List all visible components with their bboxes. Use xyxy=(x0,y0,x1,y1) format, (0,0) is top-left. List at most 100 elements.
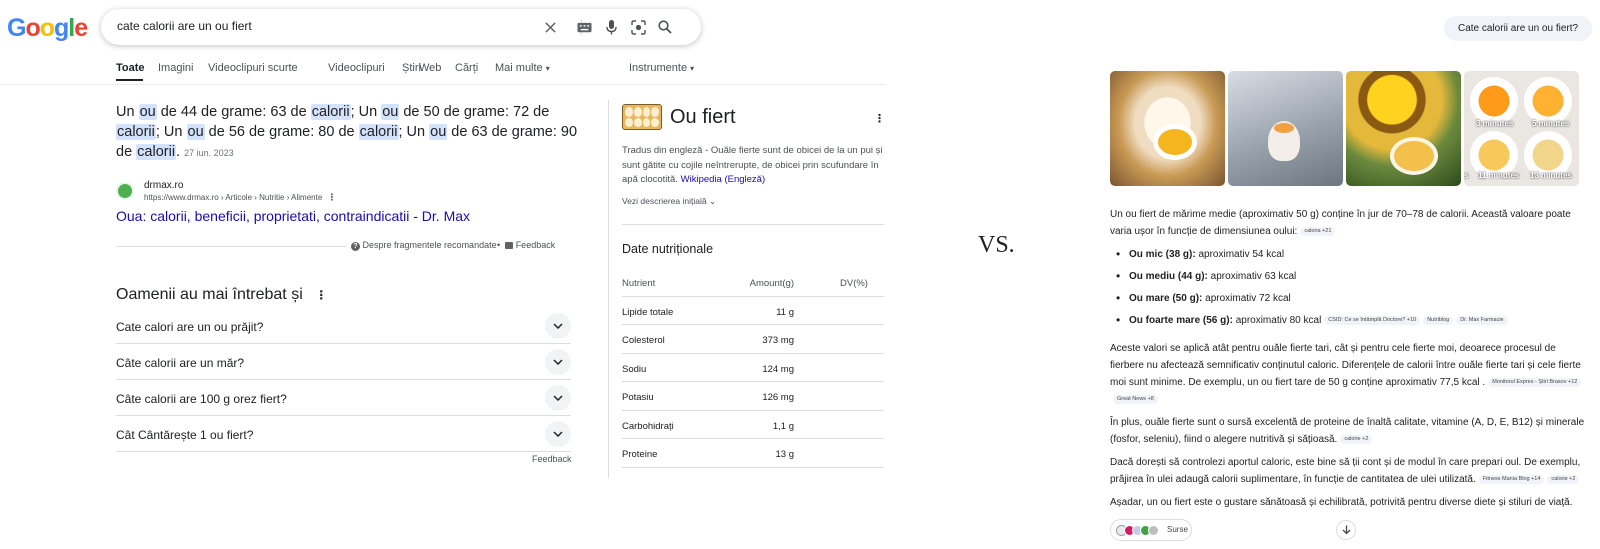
user-query-bubble: Cate calorii are un ou fiert? xyxy=(1444,16,1593,41)
tab-more[interactable]: Mai multe ▾ xyxy=(495,62,550,74)
tab-tools-label: Instrumente xyxy=(629,62,688,74)
more-vert-icon[interactable]: ⋮ xyxy=(315,288,327,302)
nutrient-name: Proteine xyxy=(622,449,658,460)
image-caption: 5 minutes xyxy=(1532,119,1570,128)
image-caption: s xyxy=(1464,171,1469,180)
tab-books[interactable]: Cărți xyxy=(455,62,478,74)
result-title-link[interactable]: Oua: calorii, beneficii, proprietati, co… xyxy=(116,208,470,224)
ai-bullet-list: Ou mic (38 g): aproximativ 54 kcal Ou me… xyxy=(1110,246,1590,334)
wikipedia-link[interactable]: Wikipedia (Engleză) xyxy=(681,174,765,185)
egg-photo-2[interactable] xyxy=(1228,71,1343,186)
feedback-icon xyxy=(505,242,514,250)
snippet-footer-line xyxy=(116,246,346,247)
tab-tools[interactable]: Instrumente ▾ xyxy=(629,62,694,74)
dot-separator: • xyxy=(497,240,501,250)
caret-down-icon: ▾ xyxy=(545,64,550,73)
citation-chip[interactable]: Fitness Mania Blog +14 xyxy=(1478,474,1545,484)
ai-paragraph: Dacă dorești să controlezi aportul calor… xyxy=(1110,454,1590,488)
google-logo[interactable]: Google xyxy=(7,14,88,43)
search-input[interactable]: cate calorii are un ou fiert xyxy=(117,19,252,33)
source-favicon-icon xyxy=(1148,525,1159,536)
clear-icon[interactable] xyxy=(540,17,560,37)
ai-paragraph: Aceste valori se aplică atât pentru ouăl… xyxy=(1110,340,1590,408)
more-vert-icon[interactable]: ⋮ xyxy=(328,192,337,202)
sources-label: Surse xyxy=(1167,525,1188,534)
citation-chip[interactable]: CSID: Ce se întâmplă Doctore? +10 xyxy=(1324,315,1421,325)
nutrition-title: Date nutriționale xyxy=(622,242,714,256)
nutrient-amount: 373 mg xyxy=(762,335,794,346)
ai-bullet: Ou mare (50 g): aproximativ 72 kcal xyxy=(1110,290,1590,312)
logo-letter: e xyxy=(74,14,88,42)
show-original-description[interactable]: Vezi descrierea inițială ⌄ xyxy=(622,196,716,207)
nutrition-row: Lipide totale 11 g xyxy=(622,297,884,325)
ai-bullet: Ou mediu (44 g): aproximativ 63 kcal xyxy=(1110,268,1590,290)
about-snippets-link[interactable]: ? Despre fragmentele recomandate xyxy=(351,240,497,251)
source-url-text: https://www.drmax.ro › Articole › Nutrit… xyxy=(144,193,323,202)
ai-paragraph: În plus, ouăle fierte sunt o sursă excel… xyxy=(1110,414,1590,448)
lens-camera-icon[interactable] xyxy=(628,17,648,37)
knowledge-panel-divider xyxy=(608,100,609,478)
citation-chip[interactable]: Nutriblog xyxy=(1423,315,1454,325)
image-caption: 3 minutes xyxy=(1476,119,1514,128)
feedback-label: Feedback xyxy=(515,240,556,250)
scroll-down-button[interactable] xyxy=(1336,520,1356,540)
keyboard-icon[interactable] xyxy=(574,17,594,37)
snippet-highlight: ou xyxy=(138,104,157,120)
snippet-footer: ? Despre fragmentele recomandate • Feedb… xyxy=(116,240,571,254)
more-vert-icon[interactable]: ⋮ xyxy=(874,112,885,125)
citation-chip[interactable]: Dr. Max Farmacie xyxy=(1456,315,1508,325)
tab-short-videos[interactable]: Videoclipuri scurte xyxy=(208,62,298,74)
ai-bullet: Ou mic (38 g): aproximativ 54 kcal xyxy=(1110,246,1590,268)
tab-all[interactable]: Toate xyxy=(116,62,145,74)
chevron-down-icon[interactable] xyxy=(545,349,571,375)
citation-chip[interactable]: caloria +21 xyxy=(1300,226,1336,236)
nutrient-name: Potasiu xyxy=(622,392,654,403)
tab-videos[interactable]: Videoclipuri xyxy=(328,62,385,74)
bullet-text: aproximativ 80 kcal xyxy=(1232,315,1322,326)
citation-chip[interactable]: Monitorul Expres - Știri Brasov +12 xyxy=(1488,377,1582,387)
ai-answer: Un ou fiert de mărime medie (aproximativ… xyxy=(1110,206,1590,517)
nutrient-name: Lipide totale xyxy=(622,306,674,318)
paa-question[interactable]: Câte calorii are 100 g orez fiert? xyxy=(116,380,571,416)
paa-question[interactable]: Câte calorii are un măr? xyxy=(116,344,571,380)
snippet-feedback-link[interactable]: • Feedback xyxy=(497,240,555,250)
search-icon[interactable] xyxy=(655,17,675,37)
citation-chip[interactable]: calorie +2 xyxy=(1547,474,1580,484)
active-tab-indicator xyxy=(116,79,143,81)
bullet-label: Ou foarte mare (56 g): xyxy=(1129,315,1233,326)
tabs-divider xyxy=(0,84,886,85)
logo-letter: o xyxy=(39,14,55,42)
show-original-label: Vezi descrierea inițială xyxy=(622,196,707,206)
header-nutrient: Nutrient xyxy=(622,278,656,289)
citation-chip[interactable]: calorie +2 xyxy=(1340,434,1373,444)
nutrient-amount: 11 g xyxy=(776,306,794,318)
egg-photo-4[interactable]: 3 minutes 5 minutes s 11 minutes 13 minu… xyxy=(1464,71,1579,186)
paa-feedback-link[interactable]: Feedback xyxy=(532,454,572,464)
help-icon: ? xyxy=(351,242,360,251)
image-caption: 13 minutes xyxy=(1530,171,1572,180)
snippet-highlight: ou xyxy=(429,124,448,140)
paa-question[interactable]: Cât Cântărește 1 ou fiert? xyxy=(116,416,571,452)
citation-chip[interactable]: Great News +8 xyxy=(1113,394,1158,404)
egg-yolk xyxy=(1274,123,1294,133)
paa-question[interactable]: Cate calori are un ou prăjit? xyxy=(116,308,571,344)
drmax-favicon-icon xyxy=(116,182,134,200)
chevron-down-icon[interactable] xyxy=(545,421,571,447)
snippet-date: 27 iun. 2023 xyxy=(184,148,234,158)
knowledge-panel-description: Tradus din engleză - Ouăle fierte sunt d… xyxy=(622,144,884,188)
tab-images[interactable]: Imagini xyxy=(158,62,193,74)
knowledge-panel-title: Ou fiert xyxy=(670,106,736,128)
sources-button[interactable]: Surse xyxy=(1110,519,1192,541)
chevron-down-icon[interactable] xyxy=(545,385,571,411)
paa-question-text: Cate calori are un ou prăjit? xyxy=(116,320,264,334)
nutrient-name: Colesterol xyxy=(622,335,665,346)
tab-web[interactable]: Web xyxy=(419,62,441,74)
boiled-egg-thumbnail[interactable] xyxy=(622,104,662,130)
bullet-label: Ou mare (50 g): xyxy=(1129,293,1203,304)
nutrient-name: Sodiu xyxy=(622,363,647,375)
microphone-icon[interactable] xyxy=(601,17,621,37)
chevron-down-icon[interactable] xyxy=(545,313,571,339)
egg-photo-3[interactable] xyxy=(1346,71,1461,186)
search-box[interactable]: cate calorii are un ou fiert xyxy=(101,9,701,45)
egg-photo-1[interactable] xyxy=(1110,71,1225,186)
